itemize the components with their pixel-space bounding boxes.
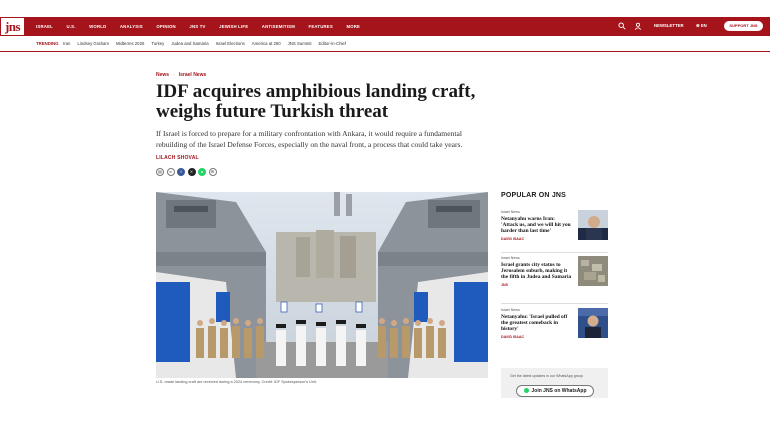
nav-item-us[interactable]: U.S. (66, 24, 75, 29)
user-icon[interactable] (634, 22, 642, 30)
popular-item[interactable]: Israel News Netanyahu warns Iran: 'Attac… (501, 210, 608, 241)
trending-label: TRENDING (36, 41, 59, 46)
popular-item-thumbnail[interactable] (578, 256, 608, 286)
netanyahu-thumbnail-image (578, 210, 608, 240)
breadcrumb-news[interactable]: News (156, 72, 169, 78)
main-nav: ISRAEL U.S. WORLD ANALYSIS OPINION JNS T… (36, 17, 374, 36)
whatsapp-join-label: Join JNS on WhatsApp (531, 388, 587, 394)
breadcrumb: News · Israel News (156, 72, 206, 78)
whatsapp-promo-text: Get the latest updates in our WhatsApp g… (510, 374, 583, 378)
landing-craft-ceremony-image (156, 192, 488, 378)
nav-item-features[interactable]: FEATURES (309, 24, 333, 29)
whatsapp-signup-box: Get the latest updates in our WhatsApp g… (501, 368, 608, 398)
nav-item-world[interactable]: WORLD (89, 24, 106, 29)
nav-item-opinion[interactable]: OPINION (156, 24, 176, 29)
popular-item-title[interactable]: Netanyahu: 'Israel pulled off the greate… (501, 314, 573, 333)
trending-item[interactable]: Editor-in-Chief (319, 41, 346, 46)
trending-item[interactable]: Turkey (151, 41, 164, 46)
whatsapp-join-button[interactable]: Join JNS on WhatsApp (516, 385, 594, 397)
nav-item-jns-tv[interactable]: JNS TV (189, 24, 205, 29)
whatsapp-icon (523, 388, 529, 394)
language-selector[interactable]: ⊕ EN (696, 23, 707, 29)
popular-item[interactable]: Israel News Israel grants city status to… (501, 256, 608, 287)
aerial-city-thumbnail-image (578, 256, 608, 286)
trending-list: Iran Lindsey Graham Midterms 2026 Turkey… (63, 41, 353, 46)
sidebar-divider (501, 303, 608, 304)
trending-bar: TRENDING Iran Lindsey Graham Midterms 20… (0, 36, 770, 52)
trending-item[interactable]: America at 250 (252, 41, 281, 46)
trending-item[interactable]: JNS Summit (288, 41, 312, 46)
language-label: EN (700, 23, 707, 28)
article-headline: IDF acquires amphibious landing craft, w… (156, 81, 476, 122)
link-icon[interactable]: ∞ (166, 168, 175, 176)
article-author[interactable]: LILACH SHOVAL (156, 155, 199, 161)
trending-item[interactable]: Midterms 2026 (116, 41, 144, 46)
nav-item-analysis[interactable]: ANALYSIS (120, 24, 143, 29)
newsletter-link[interactable]: NEWSLETTER (654, 23, 684, 28)
sidebar-divider (501, 252, 608, 253)
share-buttons: ▤ ∞ f X ● ✉ (156, 168, 217, 176)
nav-item-jewish-life[interactable]: JEWISH LIFE (219, 24, 248, 29)
trending-item[interactable]: Iran (63, 41, 70, 46)
popular-item-title[interactable]: Israel grants city status to Jerusalem s… (501, 262, 573, 281)
breadcrumb-israel-news[interactable]: Israel News (179, 72, 207, 78)
speaker-thumbnail-image (578, 308, 608, 338)
search-icon[interactable] (618, 22, 626, 30)
photo-caption: U.S.-made landing craft are received dur… (156, 380, 317, 384)
trending-item[interactable]: Lindsey Graham (77, 41, 109, 46)
facebook-icon[interactable]: f (177, 168, 185, 176)
nav-item-antisemitism[interactable]: ANTISEMITISM (262, 24, 295, 29)
popular-item[interactable]: Israel News Netanyahu: 'Israel pulled of… (501, 308, 608, 339)
popular-item-title[interactable]: Netanyahu warns Iran: 'Attack us, and we… (501, 216, 573, 235)
email-icon[interactable]: ✉ (208, 168, 217, 176)
site-logo[interactable]: jns (0, 17, 25, 36)
header-icons (618, 22, 642, 30)
popular-item-thumbnail[interactable] (578, 210, 608, 240)
nav-item-more[interactable]: MORE (346, 24, 360, 29)
x-icon[interactable]: X (187, 168, 196, 176)
popular-heading: POPULAR ON JNS (501, 192, 567, 199)
print-icon[interactable]: ▤ (156, 168, 164, 176)
trending-item[interactable]: Judea and Samaria (171, 41, 208, 46)
trending-item[interactable]: Israel Elections (216, 41, 245, 46)
popular-item-thumbnail[interactable] (578, 308, 608, 338)
article-dek: If Israel is forced to prepare for a mil… (156, 129, 463, 149)
breadcrumb-separator: · (173, 72, 175, 78)
support-button[interactable]: SUPPORT JNS (724, 21, 763, 31)
nav-item-israel[interactable]: ISRAEL (36, 24, 53, 29)
top-nav-bar: jns ISRAEL U.S. WORLD ANALYSIS OPINION J… (0, 17, 770, 36)
article-photo (156, 192, 488, 378)
whatsapp-icon[interactable]: ● (198, 168, 206, 176)
